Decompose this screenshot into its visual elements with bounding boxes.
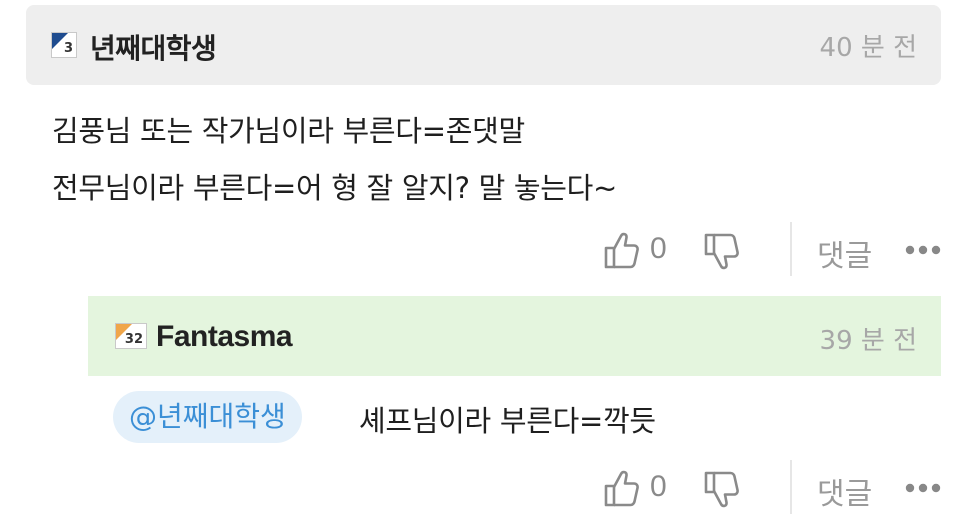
like-count: 0 [650, 232, 667, 265]
more-dots-icon[interactable] [905, 244, 941, 256]
action-divider [790, 460, 792, 514]
comment-timestamp: 40 분 전 [819, 33, 917, 63]
comment-text-line: 김풍님 또는 작가님이라 부른다=존댓말 [52, 114, 525, 148]
like-count: 0 [650, 470, 667, 503]
action-divider [790, 222, 792, 276]
comment-section: 3 년째대학생 40 분 전 김풍님 또는 작가님이라 부른다=존댓말 전무님이… [0, 0, 966, 523]
mention-tag[interactable]: @년째대학생 [113, 391, 302, 443]
thumbs-down-icon[interactable] [703, 470, 739, 510]
level-number: 32 [124, 332, 143, 347]
comment-actions: 0 댓글 [0, 460, 966, 516]
level-badge-icon: 32 [115, 323, 147, 349]
comment-actions: 0 댓글 [0, 222, 966, 278]
reply-comment-header: 32 Fantasma 39 분 전 [88, 296, 941, 376]
reply-button[interactable]: 댓글 [817, 469, 872, 513]
thumbs-down-icon[interactable] [703, 232, 739, 272]
reply-text: 셰프님이라 부른다=깍듯 [359, 404, 656, 438]
comment-text-line: 전무님이라 부른다=어 형 잘 알지? 말 놓는다~ [52, 171, 618, 205]
more-dots-icon[interactable] [905, 482, 941, 494]
thumbs-up-icon[interactable] [603, 230, 639, 270]
author-nickname[interactable]: 년째대학생 [90, 27, 217, 67]
comment-header: 3 년째대학생 40 분 전 [26, 5, 941, 85]
level-number: 3 [63, 41, 73, 56]
reply-button[interactable]: 댓글 [817, 231, 872, 275]
thumbs-up-icon[interactable] [603, 468, 639, 508]
level-badge-icon: 3 [51, 32, 77, 58]
author-nickname[interactable]: Fantasma [156, 320, 293, 354]
comment-timestamp: 39 분 전 [819, 326, 917, 356]
